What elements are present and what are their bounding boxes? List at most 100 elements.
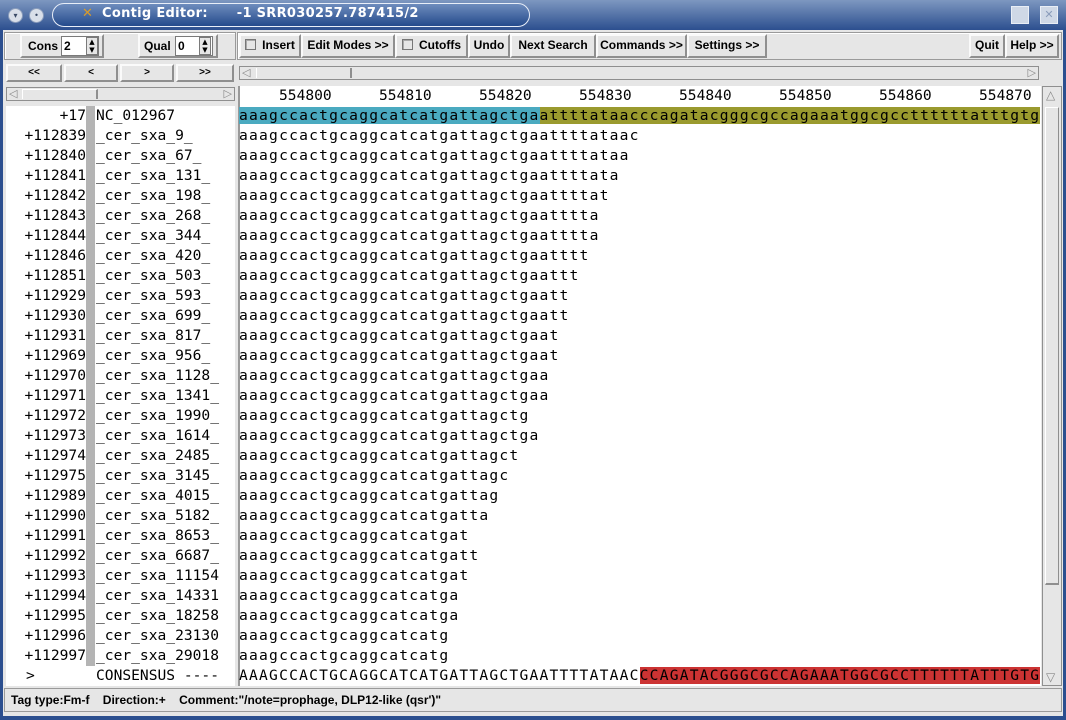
names-hscroll-thumb[interactable] xyxy=(22,89,98,99)
insert-toggle[interactable]: Insert xyxy=(239,34,301,58)
sequence-hscrollbar[interactable]: ◁ ▷ xyxy=(239,66,1039,80)
read-sequence[interactable]: aaagccactgcaggcatcatga xyxy=(239,586,459,606)
close-button[interactable]: ✕ xyxy=(1040,6,1058,24)
read-sequence[interactable]: aaagccactgcaggcatcatgattagctgaa xyxy=(239,366,550,386)
read-sequence[interactable]: aaagccactgcaggcatcatgattagctg xyxy=(239,406,529,426)
read-sequence[interactable]: aaagccactgcaggcatcatg xyxy=(239,626,449,646)
read-name[interactable]: _cer_sxa_1990_ xyxy=(96,406,236,426)
vertical-scrollbar[interactable]: △ ▽ xyxy=(1042,86,1062,686)
names-scroll-left-icon[interactable]: ◁ xyxy=(9,88,17,100)
read-name[interactable]: _cer_sxa_18258 xyxy=(96,606,236,626)
read-sequence[interactable]: aaagccactgcaggcatcatgattag xyxy=(239,486,499,506)
read-name[interactable]: _cer_sxa_29018 xyxy=(96,646,236,666)
read-name[interactable]: _cer_sxa_14331 xyxy=(96,586,236,606)
scroll-up-icon[interactable]: △ xyxy=(1046,88,1055,102)
names-scroll-right-icon[interactable]: ▷ xyxy=(224,88,232,100)
read-sequence[interactable]: aaagccactgcaggcatcatgattagctga xyxy=(239,426,540,446)
read-number: +112972 xyxy=(24,407,86,424)
vertical-scroll-thumb[interactable] xyxy=(1045,107,1059,585)
qual-label: Qual xyxy=(144,39,171,53)
edit-modes-button[interactable]: Edit Modes >> xyxy=(301,34,395,58)
read-number: +112840 xyxy=(24,147,86,164)
read-name[interactable]: _cer_sxa_1341_ xyxy=(96,386,236,406)
read-sequence[interactable]: aaagccactgcaggcatcatgattagctgaattttata xyxy=(239,166,620,186)
reference-name[interactable]: NC_012967 xyxy=(96,106,236,126)
read-name[interactable]: _cer_sxa_593_ xyxy=(96,286,236,306)
read-name[interactable]: _cer_sxa_1614_ xyxy=(96,426,236,446)
scroll-down-icon[interactable]: ▽ xyxy=(1046,670,1055,684)
next-search-button[interactable]: Next Search xyxy=(510,34,596,58)
read-name[interactable]: _cer_sxa_420_ xyxy=(96,246,236,266)
read-name[interactable]: _cer_sxa_9_ xyxy=(96,126,236,146)
read-name[interactable]: _cer_sxa_4015_ xyxy=(96,486,236,506)
read-name[interactable]: _cer_sxa_8653_ xyxy=(96,526,236,546)
read-name[interactable]: _cer_sxa_1128_ xyxy=(96,366,236,386)
read-name[interactable]: _cer_sxa_268_ xyxy=(96,206,236,226)
read-sequence[interactable]: aaagccactgcaggcatcatgattagctgaatttt xyxy=(239,246,590,266)
nav-first-button[interactable]: << xyxy=(6,64,62,82)
cutoffs-toggle[interactable]: Cutoffs xyxy=(395,34,468,58)
reference-number: +17 xyxy=(59,107,86,124)
stick-window-icon[interactable]: • xyxy=(29,8,44,23)
read-sequence[interactable]: aaagccactgcaggcatcatgattagctgaattttataac xyxy=(239,126,640,146)
quit-button[interactable]: Quit xyxy=(969,34,1005,58)
scroll-left-icon[interactable]: ◁ xyxy=(242,67,250,79)
nav-last-button[interactable]: >> xyxy=(176,64,234,82)
settings-button[interactable]: Settings >> xyxy=(687,34,767,58)
ruler-tick: 554840 xyxy=(679,87,732,104)
read-sequence[interactable]: aaagccactgcaggcatcatgat xyxy=(239,566,469,586)
read-sequence[interactable]: aaagccactgcaggcatcatgattagctgaatttta xyxy=(239,206,600,226)
scroll-right-icon[interactable]: ▷ xyxy=(1028,67,1036,79)
insert-checkbox[interactable] xyxy=(245,39,257,50)
read-sequence[interactable]: aaagccactgcaggcatcatgattagctgaattttataa xyxy=(239,146,630,166)
commands-button[interactable]: Commands >> xyxy=(596,34,687,58)
read-name[interactable]: _cer_sxa_3145_ xyxy=(96,466,236,486)
read-sequence[interactable]: aaagccactgcaggcatcatgatta xyxy=(239,506,489,526)
cons-label: Cons xyxy=(28,39,58,53)
read-sequence[interactable]: aaagccactgcaggcatcatg xyxy=(239,646,449,666)
read-name[interactable]: _cer_sxa_198_ xyxy=(96,186,236,206)
read-name[interactable]: _cer_sxa_67_ xyxy=(96,146,236,166)
read-name[interactable]: _cer_sxa_699_ xyxy=(96,306,236,326)
read-name[interactable]: _cer_sxa_6687_ xyxy=(96,546,236,566)
read-name[interactable]: _cer_sxa_131_ xyxy=(96,166,236,186)
read-sequence[interactable]: aaagccactgcaggcatcatgattagctgaat xyxy=(239,326,560,346)
read-sequence[interactable]: aaagccactgcaggcatcatgattagctgaat xyxy=(239,346,560,366)
read-sequence[interactable]: aaagccactgcaggcatcatgattagctgaa xyxy=(239,386,550,406)
help-button[interactable]: Help >> xyxy=(1005,34,1059,58)
sequence-hscroll-thumb[interactable] xyxy=(256,68,352,78)
read-sequence[interactable]: aaagccactgcaggcatcatgattagc xyxy=(239,466,509,486)
read-sequence[interactable]: aaagccactgcaggcatcatgattagctgaatttta xyxy=(239,226,600,246)
maximize-button[interactable] xyxy=(1011,6,1029,24)
title-bar[interactable]: ▾ • ✕ Contig Editor: -1 SRR030257.787415… xyxy=(0,0,1066,30)
undo-button[interactable]: Undo xyxy=(468,34,510,58)
cutoffs-checkbox[interactable] xyxy=(402,39,413,50)
read-name[interactable]: _cer_sxa_956_ xyxy=(96,346,236,366)
cons-spinner[interactable]: ▲ ▼ xyxy=(86,37,98,55)
read-number: +112991 xyxy=(24,527,86,544)
read-name[interactable]: _cer_sxa_5182_ xyxy=(96,506,236,526)
read-sequence[interactable]: aaagccactgcaggcatcatgattagctgaatt xyxy=(239,306,570,326)
read-name[interactable]: _cer_sxa_2485_ xyxy=(96,446,236,466)
consensus-sequence[interactable]: AAAGCCACTGCAGGCATCATGATTAGCTGAATTTTATAAC… xyxy=(239,666,1041,686)
read-sequence[interactable]: aaagccactgcaggcatcatgat xyxy=(239,526,469,546)
read-name[interactable]: _cer_sxa_344_ xyxy=(96,226,236,246)
nav-prev-button[interactable]: < xyxy=(64,64,118,82)
read-sequence[interactable]: aaagccactgcaggcatcatga xyxy=(239,606,459,626)
consensus-name[interactable]: CONSENSUS ---- xyxy=(96,666,236,686)
read-name[interactable]: _cer_sxa_11154 xyxy=(96,566,236,586)
read-name[interactable]: _cer_sxa_503_ xyxy=(96,266,236,286)
read-sequence[interactable]: aaagccactgcaggcatcatgattagctgaattttat xyxy=(239,186,610,206)
read-number: +112990 xyxy=(24,507,86,524)
names-hscrollbar[interactable]: ◁ ▷ xyxy=(6,87,235,101)
nav-next-button[interactable]: > xyxy=(120,64,174,82)
qual-spinner[interactable]: ▲ ▼ xyxy=(199,37,211,55)
read-sequence[interactable]: aaagccactgcaggcatcatgattagctgaatt xyxy=(239,286,570,306)
reference-sequence[interactable]: aaagccactgcaggcatcatgattagctgaattttataac… xyxy=(239,106,1041,126)
read-name[interactable]: _cer_sxa_23130 xyxy=(96,626,236,646)
read-name[interactable]: _cer_sxa_817_ xyxy=(96,326,236,346)
read-sequence[interactable]: aaagccactgcaggcatcatgatt xyxy=(239,546,479,566)
read-sequence[interactable]: aaagccactgcaggcatcatgattagctgaattt xyxy=(239,266,580,286)
read-sequence[interactable]: aaagccactgcaggcatcatgattagct xyxy=(239,446,519,466)
shade-window-icon[interactable]: ▾ xyxy=(8,8,23,23)
